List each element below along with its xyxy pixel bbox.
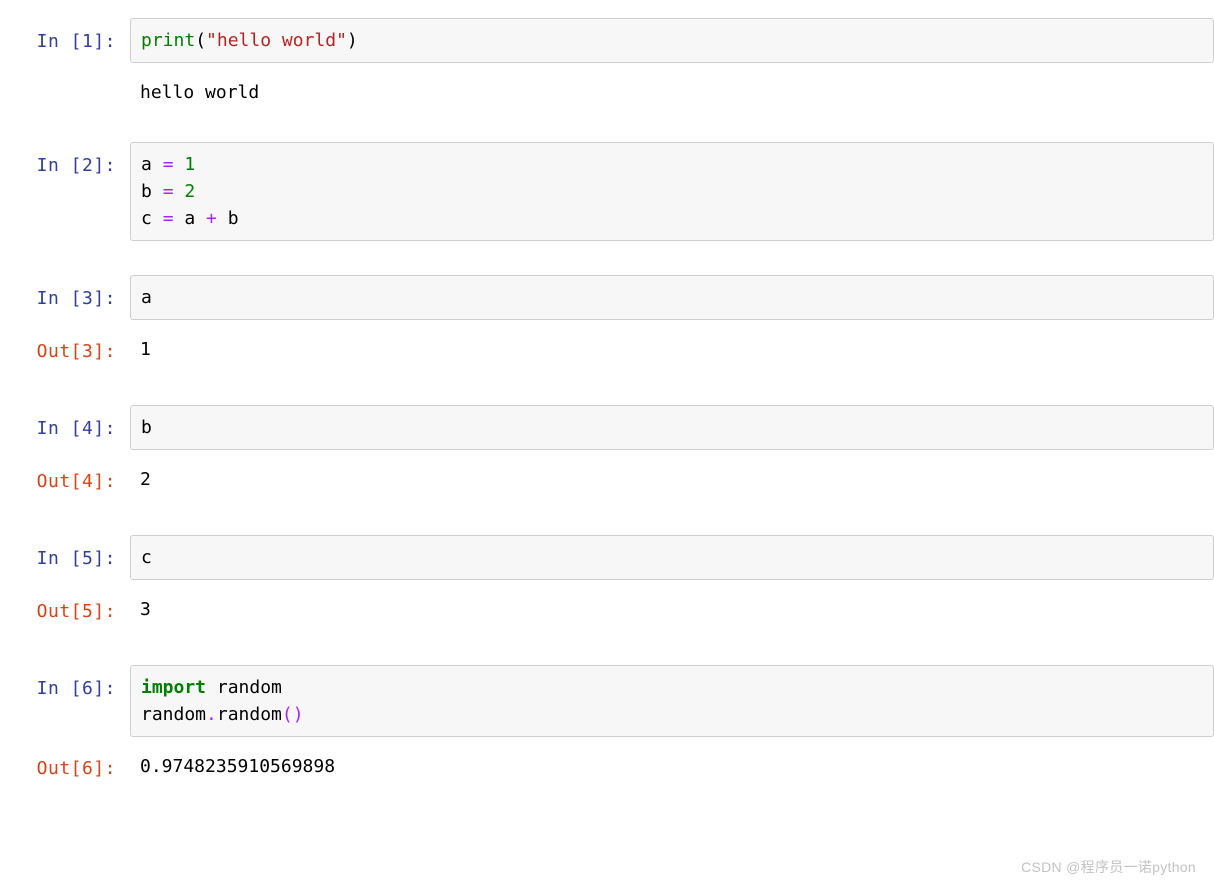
code-cell: In [4]: b (0, 405, 1214, 450)
watermark-text: CSDN @程序员一诺python (1021, 857, 1196, 878)
code-token: = (163, 181, 174, 202)
cell-content: b (130, 405, 1214, 450)
output-content: 0.9748235910569898 (130, 745, 1214, 788)
cell-gap (0, 116, 1214, 142)
code-token: print (141, 30, 195, 51)
output-text: 1 (130, 328, 1214, 371)
cell-gap (0, 639, 1214, 665)
output-text: 2 (130, 458, 1214, 501)
empty-prompt (0, 71, 130, 81)
code-input[interactable]: b (130, 405, 1214, 450)
output-content: 2 (130, 458, 1214, 501)
output-prompt: Out[6]: (0, 745, 130, 782)
cell-gap (0, 379, 1214, 405)
code-line: c (141, 544, 1203, 571)
code-token: c (141, 547, 152, 568)
input-prompt: In [3]: (0, 275, 130, 312)
code-token (174, 181, 185, 202)
cell-gap (0, 249, 1214, 275)
code-line: b = 2 (141, 178, 1203, 205)
code-token: random (206, 677, 282, 698)
output-prompt: Out[5]: (0, 588, 130, 625)
code-line: print("hello world") (141, 27, 1203, 54)
code-token: "hello world" (206, 30, 347, 51)
code-cell: In [2]:a = 1b = 2c = a + b (0, 142, 1214, 241)
code-input[interactable]: a (130, 275, 1214, 320)
output-prompt: Out[4]: (0, 458, 130, 495)
output-row: Out[5]:3 (0, 588, 1214, 631)
code-token: b (217, 208, 239, 229)
code-token: 2 (184, 181, 195, 202)
code-token: ) (293, 704, 304, 725)
notebook-container: In [1]:print("hello world")hello worldIn… (0, 18, 1214, 788)
code-token: import (141, 677, 206, 698)
code-line: a (141, 284, 1203, 311)
cell-content: c (130, 535, 1214, 580)
cell-content: print("hello world") (130, 18, 1214, 63)
input-prompt: In [4]: (0, 405, 130, 442)
code-token: random (141, 704, 206, 725)
output-text: 0.9748235910569898 (130, 745, 1214, 788)
code-input[interactable]: import randomrandom.random() (130, 665, 1214, 737)
output-row: Out[3]:1 (0, 328, 1214, 371)
cell-content: import randomrandom.random() (130, 665, 1214, 737)
stream-content: hello world (130, 71, 1214, 108)
cell-gap (0, 509, 1214, 535)
code-token: . (206, 704, 217, 725)
code-token: + (206, 208, 217, 229)
code-input[interactable]: print("hello world") (130, 18, 1214, 63)
input-prompt: In [2]: (0, 142, 130, 179)
stream-output: hello world (130, 71, 1214, 108)
code-cell: In [6]:import randomrandom.random() (0, 665, 1214, 737)
code-token: ) (347, 30, 358, 51)
output-content: 1 (130, 328, 1214, 371)
output-prompt: Out[3]: (0, 328, 130, 365)
code-line: random.random() (141, 701, 1203, 728)
cell-content: a = 1b = 2c = a + b (130, 142, 1214, 241)
input-prompt: In [6]: (0, 665, 130, 702)
code-token: a (141, 154, 163, 175)
input-prompt: In [5]: (0, 535, 130, 572)
stream-row: hello world (0, 71, 1214, 108)
code-token: 1 (184, 154, 195, 175)
code-input[interactable]: c (130, 535, 1214, 580)
code-cell: In [5]: c (0, 535, 1214, 580)
code-line: a = 1 (141, 151, 1203, 178)
input-prompt: In [1]: (0, 18, 130, 55)
code-cell: In [3]: a (0, 275, 1214, 320)
code-token (174, 154, 185, 175)
code-line: c = a + b (141, 205, 1203, 232)
code-token: ( (282, 704, 293, 725)
output-content: 3 (130, 588, 1214, 631)
code-token: c (141, 208, 163, 229)
code-token: random (217, 704, 282, 725)
code-line: import random (141, 674, 1203, 701)
code-cell: In [1]: print("hello world") (0, 18, 1214, 63)
code-token: a (174, 208, 207, 229)
cell-content: a (130, 275, 1214, 320)
code-token: = (163, 208, 174, 229)
code-input[interactable]: a = 1b = 2c = a + b (130, 142, 1214, 241)
code-line: b (141, 414, 1203, 441)
code-token: a (141, 287, 152, 308)
code-token: b (141, 417, 152, 438)
output-text: 3 (130, 588, 1214, 631)
output-row: Out[4]:2 (0, 458, 1214, 501)
output-row: Out[6]:0.9748235910569898 (0, 745, 1214, 788)
code-token: b (141, 181, 163, 202)
code-token: ( (195, 30, 206, 51)
code-token: = (163, 154, 174, 175)
